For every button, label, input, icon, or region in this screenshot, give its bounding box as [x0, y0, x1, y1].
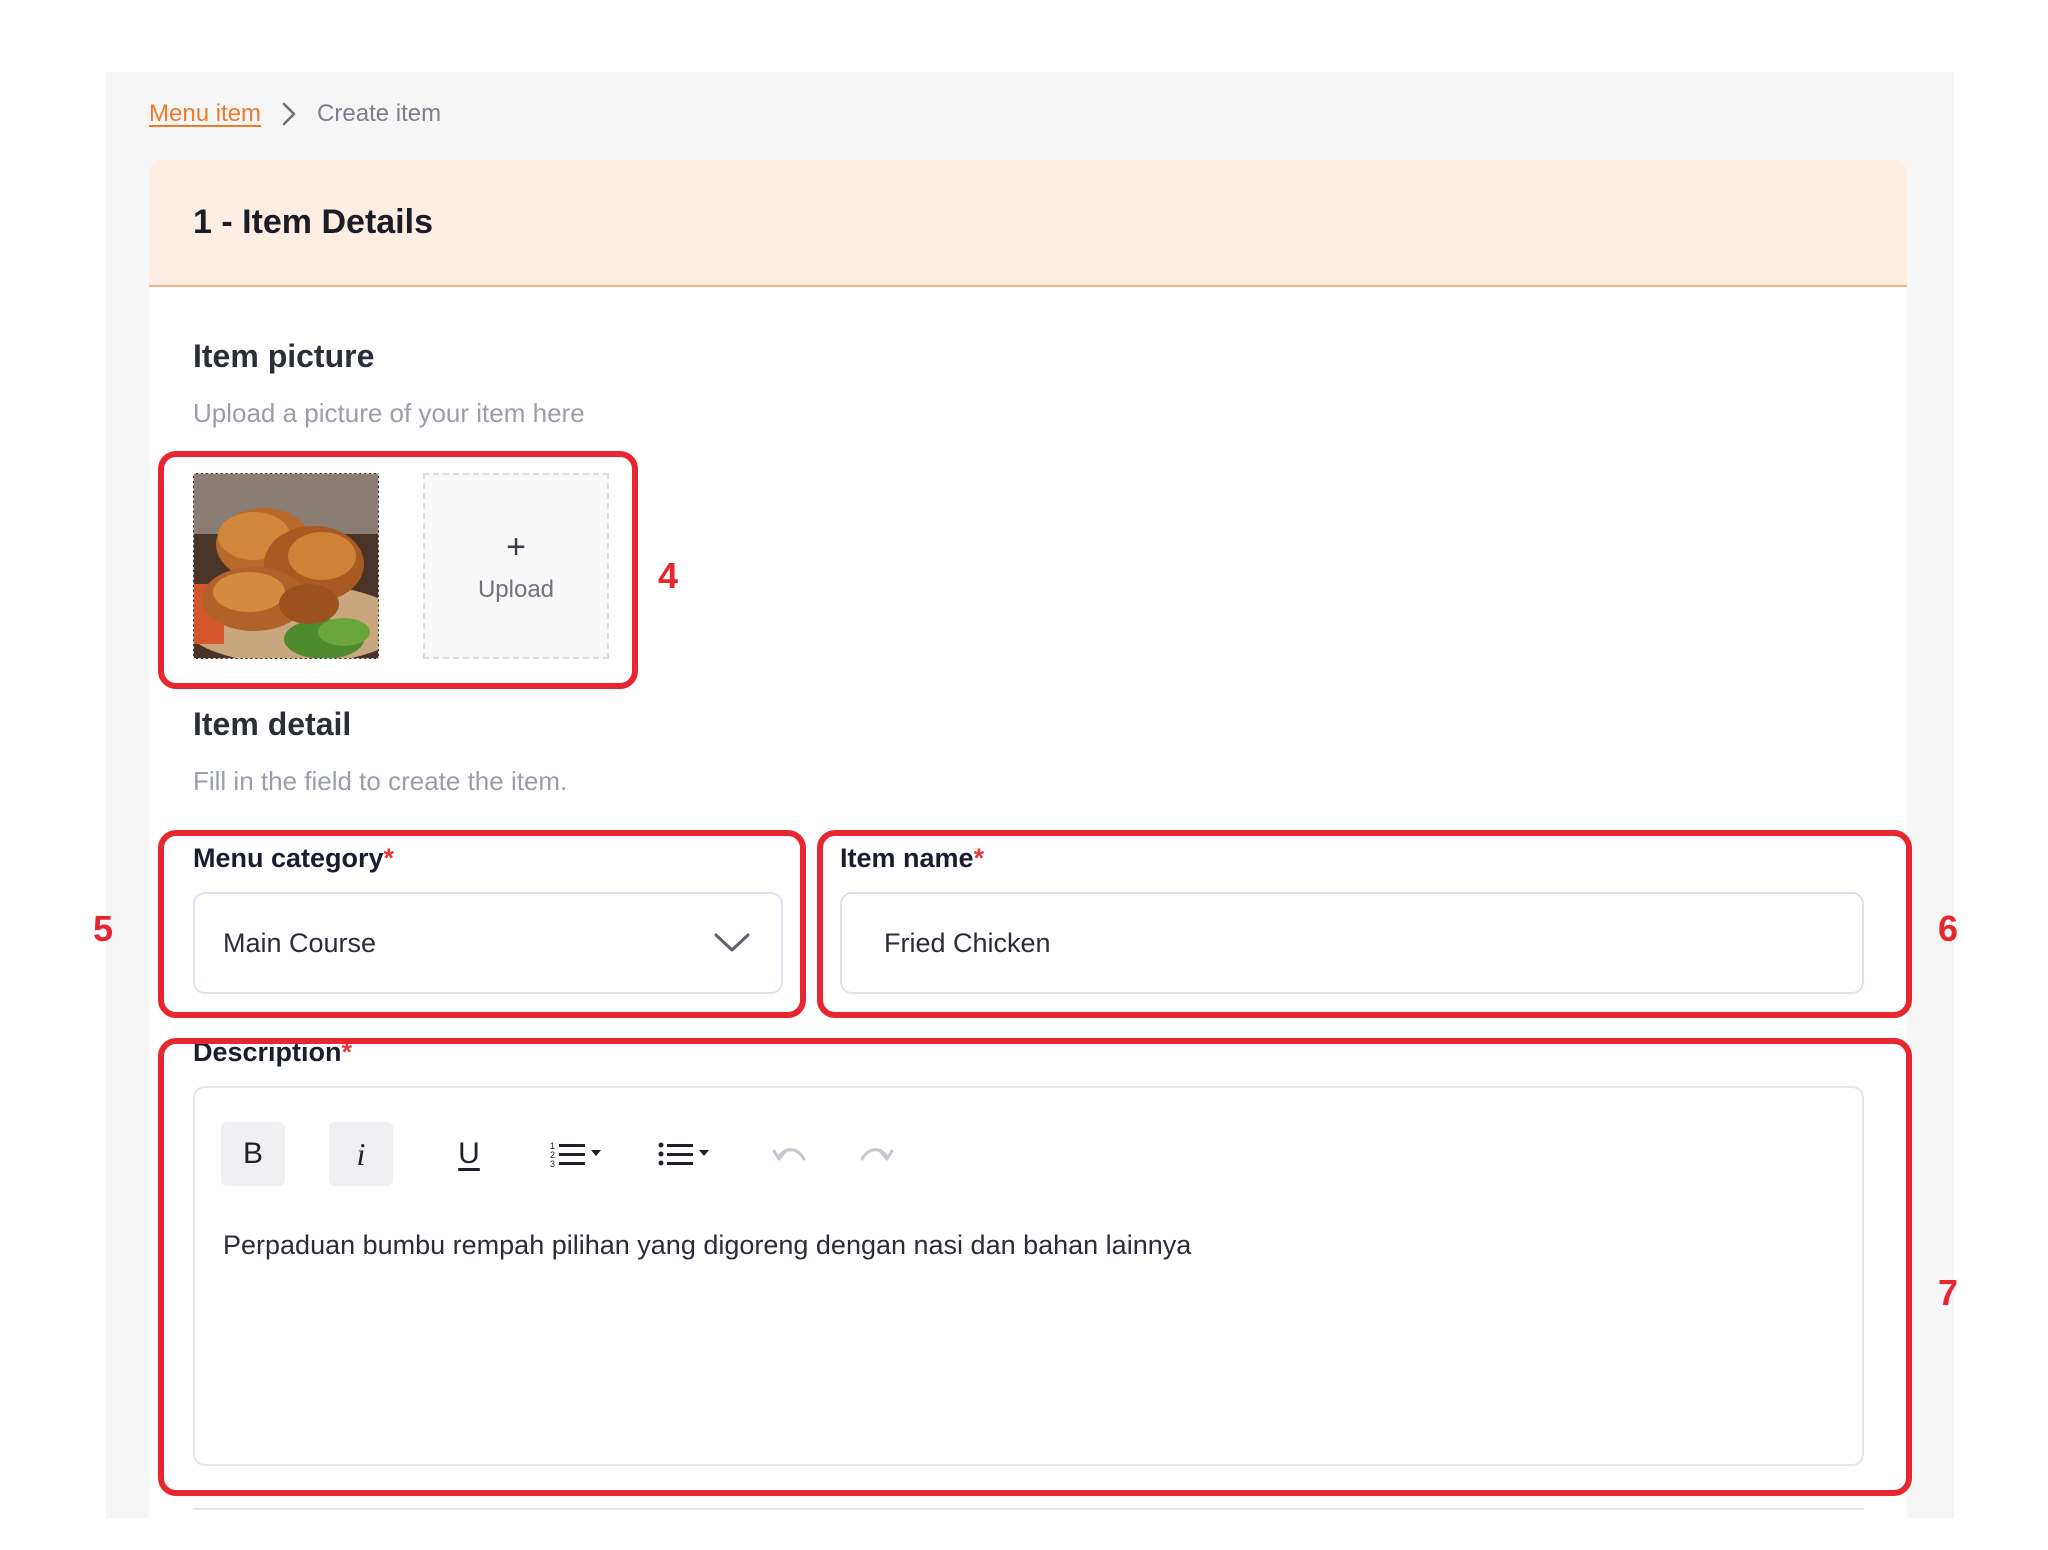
annotation-box-5 [158, 830, 806, 1018]
annotation-number-6: 6 [1938, 908, 1959, 949]
annotation-number-7: 7 [1938, 1272, 1959, 1313]
breadcrumb: Menu item Create item [149, 97, 441, 131]
breadcrumb-menu-item-link[interactable]: Menu item [149, 100, 261, 128]
divider [193, 1508, 1864, 1510]
item-picture-title: Item picture [193, 338, 375, 374]
annotation-box-4 [158, 451, 638, 689]
annotation-number-5: 5 [93, 908, 114, 949]
annotation-box-6 [817, 830, 1912, 1018]
section-header: 1 - Item Details [149, 160, 1907, 287]
annotation-number-4: 4 [658, 555, 679, 596]
item-picture-subtitle: Upload a picture of your item here [193, 398, 585, 428]
breadcrumb-current: Create item [317, 100, 442, 127]
item-detail-title: Item detail [193, 706, 352, 742]
item-detail-subtitle: Fill in the field to create the item. [193, 766, 568, 796]
section-title: 1 - Item Details [193, 203, 433, 241]
annotation-box-7 [158, 1038, 1912, 1496]
chevron-right-icon [261, 102, 317, 126]
